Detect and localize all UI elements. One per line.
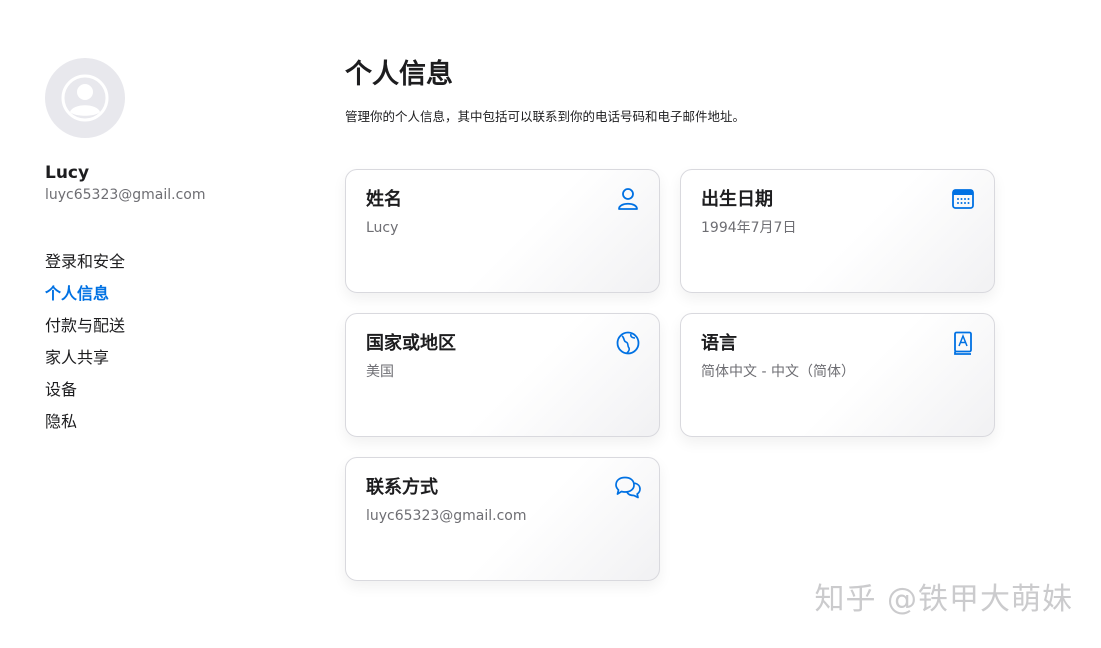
card-value: 1994年7月7日 [701,220,797,236]
page-title: 个人信息 [345,59,453,90]
watermark: 知乎 @铁甲大萌妹 [814,582,1073,617]
person-circle-icon [61,74,109,122]
card-title: 联系方式 [366,477,438,498]
sidebar: Lucy luyc65323@gmail.com 登录和安全 个人信息 付款与配… [45,58,295,438]
card-title: 国家或地区 [366,333,456,354]
country-region-card[interactable]: 国家或地区 美国 [345,313,660,437]
sidebar-item-privacy[interactable]: 隐私 [45,406,295,438]
avatar[interactable] [45,58,125,138]
dictionary-icon [954,331,972,355]
calendar-icon [952,189,974,209]
card-title: 出生日期 [701,189,773,210]
card-value: luyc65323@gmail.com [366,508,527,524]
sidebar-item-sign-in-security[interactable]: 登录和安全 [45,246,295,278]
card-value: 简体中文 - 中文（简体） [701,364,855,380]
birthday-card[interactable]: 出生日期 1994年7月7日 [680,169,995,293]
sidebar-item-family-sharing[interactable]: 家人共享 [45,342,295,374]
page-description: 管理你的个人信息，其中包括可以联系到你的电话号码和电子邮件地址。 [345,109,746,124]
main-header: 个人信息 管理你的个人信息，其中包括可以联系到你的电话号码和电子邮件地址。 [345,56,1005,126]
sidebar-nav: 登录和安全 个人信息 付款与配送 家人共享 设备 隐私 [45,246,295,438]
chat-bubbles-icon [615,476,641,499]
language-card[interactable]: 语言 简体中文 - 中文（简体） [680,313,995,437]
user-email: luyc65323@gmail.com [45,187,206,203]
card-value: 美国 [366,364,394,380]
sidebar-item-devices[interactable]: 设备 [45,374,295,406]
card-value: Lucy [366,220,399,236]
name-card[interactable]: 姓名 Lucy [345,169,660,293]
sidebar-item-personal-info[interactable]: 个人信息 [45,278,295,310]
card-title: 姓名 [366,189,402,210]
globe-icon [616,331,640,355]
sidebar-item-payment-shipping[interactable]: 付款与配送 [45,310,295,342]
person-icon [618,188,638,210]
user-name: Lucy [45,163,90,183]
contact-card[interactable]: 联系方式 luyc65323@gmail.com [345,457,660,581]
card-title: 语言 [701,333,737,354]
